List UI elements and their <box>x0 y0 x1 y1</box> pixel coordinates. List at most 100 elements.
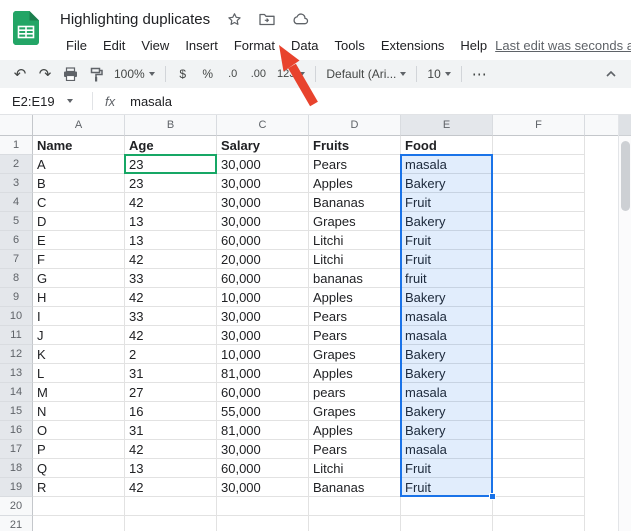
cell-B1[interactable]: Age <box>125 136 217 155</box>
font-size-selector[interactable]: 10 <box>422 62 455 86</box>
cell-E2[interactable]: masala <box>401 155 493 174</box>
cell-A5[interactable]: D <box>33 212 125 231</box>
column-header-B[interactable]: B <box>125 115 217 136</box>
menu-help[interactable]: Help <box>452 35 495 56</box>
cell-F7[interactable] <box>493 250 585 269</box>
row-header-6[interactable]: 6 <box>0 231 33 250</box>
column-header-A[interactable]: A <box>33 115 125 136</box>
cell-E15[interactable]: Bakery <box>401 402 493 421</box>
cell-B3[interactable]: 23 <box>125 174 217 193</box>
cell-C12[interactable]: 10,000 <box>217 345 309 364</box>
row-header-1[interactable]: 1 <box>0 136 33 155</box>
collapse-toolbar-button[interactable] <box>599 62 623 86</box>
cell-D20[interactable] <box>309 497 401 516</box>
more-toolbar-button[interactable]: ⋯ <box>467 62 492 86</box>
cell-A10[interactable]: I <box>33 307 125 326</box>
print-button[interactable] <box>58 62 83 86</box>
row-header-20[interactable]: 20 <box>0 497 33 516</box>
cell-C2[interactable]: 30,000 <box>217 155 309 174</box>
decrease-decimal-button[interactable]: .0 <box>221 62 245 86</box>
cell-F14[interactable] <box>493 383 585 402</box>
cell-C4[interactable]: 30,000 <box>217 193 309 212</box>
cell-C9[interactable]: 10,000 <box>217 288 309 307</box>
cell-B10[interactable]: 33 <box>125 307 217 326</box>
menu-tools[interactable]: Tools <box>326 35 372 56</box>
cell-B11[interactable]: 42 <box>125 326 217 345</box>
row-header-17[interactable]: 17 <box>0 440 33 459</box>
cell-F19[interactable] <box>493 478 585 497</box>
cell-C20[interactable] <box>217 497 309 516</box>
cell-A15[interactable]: N <box>33 402 125 421</box>
cell-B13[interactable]: 31 <box>125 364 217 383</box>
cell-F8[interactable] <box>493 269 585 288</box>
cell-F11[interactable] <box>493 326 585 345</box>
currency-format-button[interactable]: $ <box>171 62 195 86</box>
cell-F4[interactable] <box>493 193 585 212</box>
sheets-logo-icon[interactable] <box>13 11 39 45</box>
cell-E20[interactable] <box>401 497 493 516</box>
cell-D11[interactable]: Pears <box>309 326 401 345</box>
cell-D13[interactable]: Apples <box>309 364 401 383</box>
last-edit-link[interactable]: Last edit was seconds ago <box>495 38 631 53</box>
cell-A9[interactable]: H <box>33 288 125 307</box>
cell-A17[interactable]: P <box>33 440 125 459</box>
column-header-E[interactable]: E <box>401 115 493 136</box>
cell-E9[interactable]: Bakery <box>401 288 493 307</box>
cell-D12[interactable]: Grapes <box>309 345 401 364</box>
row-header-16[interactable]: 16 <box>0 421 33 440</box>
cell-F15[interactable] <box>493 402 585 421</box>
cell-F12[interactable] <box>493 345 585 364</box>
cell-C19[interactable]: 30,000 <box>217 478 309 497</box>
cell-A13[interactable]: L <box>33 364 125 383</box>
cell-D14[interactable]: pears <box>309 383 401 402</box>
cell-F2[interactable] <box>493 155 585 174</box>
row-header-5[interactable]: 5 <box>0 212 33 231</box>
cell-A11[interactable]: J <box>33 326 125 345</box>
row-header-7[interactable]: 7 <box>0 250 33 269</box>
row-header-4[interactable]: 4 <box>0 193 33 212</box>
cell-E10[interactable]: masala <box>401 307 493 326</box>
cell-A1[interactable]: Name <box>33 136 125 155</box>
row-header-11[interactable]: 11 <box>0 326 33 345</box>
cell-B2[interactable]: 23 <box>125 155 217 174</box>
cell-B4[interactable]: 42 <box>125 193 217 212</box>
increase-decimal-button[interactable]: .00 <box>246 62 271 86</box>
cell-F20[interactable] <box>493 497 585 516</box>
cell-F3[interactable] <box>493 174 585 193</box>
row-header-19[interactable]: 19 <box>0 478 33 497</box>
paint-format-button[interactable] <box>84 62 108 86</box>
cell-E19[interactable]: Fruit <box>401 478 493 497</box>
cell-A2[interactable]: A <box>33 155 125 174</box>
menu-view[interactable]: View <box>133 35 177 56</box>
cell-E11[interactable]: masala <box>401 326 493 345</box>
zoom-selector[interactable]: 100% <box>109 62 160 86</box>
cell-D16[interactable]: Apples <box>309 421 401 440</box>
cell-C1[interactable]: Salary <box>217 136 309 155</box>
row-header-13[interactable]: 13 <box>0 364 33 383</box>
document-title[interactable]: Highlighting duplicates <box>60 11 210 28</box>
cell-B8[interactable]: 33 <box>125 269 217 288</box>
cell-C3[interactable]: 30,000 <box>217 174 309 193</box>
cell-D6[interactable]: Litchi <box>309 231 401 250</box>
cell-D19[interactable]: Bananas <box>309 478 401 497</box>
column-header-C[interactable]: C <box>217 115 309 136</box>
cell-E4[interactable]: Fruit <box>401 193 493 212</box>
cell-B9[interactable]: 42 <box>125 288 217 307</box>
cell-D10[interactable]: Pears <box>309 307 401 326</box>
number-format-button[interactable]: 123 <box>272 62 310 86</box>
menu-file[interactable]: File <box>58 35 95 56</box>
row-header-9[interactable]: 9 <box>0 288 33 307</box>
cell-F18[interactable] <box>493 459 585 478</box>
menu-format[interactable]: Format <box>226 35 283 56</box>
cell-A12[interactable]: K <box>33 345 125 364</box>
undo-button[interactable]: ↶ <box>8 62 32 86</box>
cell-D4[interactable]: Bananas <box>309 193 401 212</box>
cell-E18[interactable]: Fruit <box>401 459 493 478</box>
cell-C14[interactable]: 60,000 <box>217 383 309 402</box>
cell-C13[interactable]: 81,000 <box>217 364 309 383</box>
cell-F21[interactable] <box>493 516 585 531</box>
cell-B14[interactable]: 27 <box>125 383 217 402</box>
cell-C10[interactable]: 30,000 <box>217 307 309 326</box>
cell-C5[interactable]: 30,000 <box>217 212 309 231</box>
column-header-D[interactable]: D <box>309 115 401 136</box>
